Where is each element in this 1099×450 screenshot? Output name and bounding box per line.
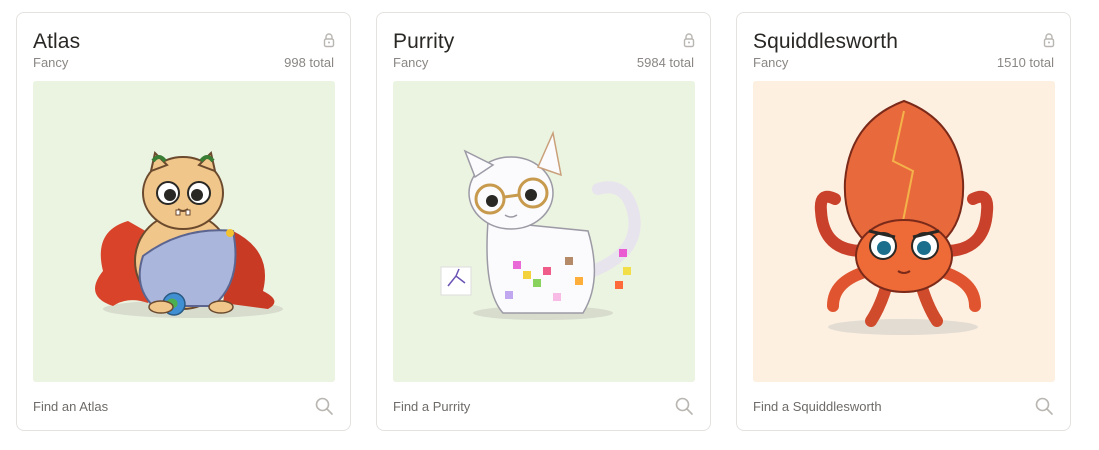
cattribute-card-purrity: Purrity Fancy 5984 total Find a Purrity: [376, 12, 711, 431]
lock-icon: [683, 33, 695, 48]
kitty-image[interactable]: [33, 81, 335, 382]
cattribute-card-squiddlesworth: Squiddlesworth Fancy 1510 total Find a S…: [736, 12, 1071, 431]
purrity-illustration: [440, 130, 641, 320]
card-title: Squiddlesworth: [753, 30, 898, 53]
card-type: Fancy: [393, 55, 429, 70]
search-icon[interactable]: [1034, 396, 1054, 416]
find-kitty-link[interactable]: Find an Atlas: [33, 399, 108, 414]
card-total-count: 998 total: [284, 55, 334, 70]
card-type: Fancy: [33, 55, 69, 70]
squiddlesworth-illustration: [814, 99, 994, 335]
card-title: Atlas: [33, 30, 81, 53]
find-kitty-link[interactable]: Find a Purrity: [393, 399, 470, 414]
lock-icon: [323, 33, 335, 48]
search-icon[interactable]: [314, 396, 334, 416]
cattribute-card-atlas: Atlas Fancy 998 total Find an Atlas: [16, 12, 351, 431]
card-total-count: 1510 total: [996, 55, 1054, 70]
card-type: Fancy: [753, 55, 789, 70]
atlas-illustration: [95, 151, 283, 318]
card-title: Purrity: [393, 30, 455, 53]
card-total-count: 5984 total: [636, 55, 694, 70]
kitty-image[interactable]: [393, 81, 695, 382]
search-icon[interactable]: [674, 396, 694, 416]
lock-icon: [1043, 33, 1055, 48]
kitty-image[interactable]: [753, 81, 1055, 382]
find-kitty-link[interactable]: Find a Squiddlesworth: [753, 399, 882, 414]
